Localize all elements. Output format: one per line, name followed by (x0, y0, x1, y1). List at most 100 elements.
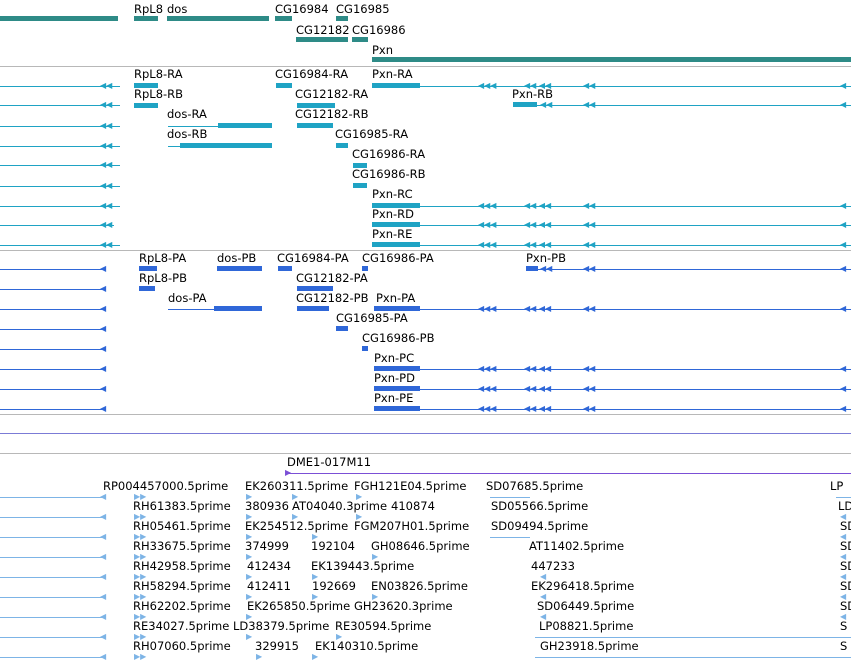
est-line[interactable] (0, 657, 106, 658)
est-line[interactable] (0, 637, 106, 638)
protein-line-pxn-pe[interactable] (374, 409, 851, 410)
strand-arrow: ◀◀ (583, 100, 596, 109)
rna-bar-pxn-re[interactable] (372, 242, 420, 247)
rna-bar-cg12182-rb[interactable] (297, 123, 333, 128)
rna-line-pxn-ra[interactable] (372, 86, 851, 87)
est-label: EN03826.5prime (371, 579, 468, 593)
est-label: SD (840, 539, 851, 553)
rna-line[interactable] (0, 225, 114, 226)
strand-arrow: ▶ (312, 652, 319, 661)
est-line[interactable] (0, 537, 106, 538)
est-line[interactable] (836, 497, 851, 498)
protein-bar-dos-pb[interactable] (217, 266, 262, 271)
est-label: SD (840, 519, 851, 533)
protein-bar-cg12182-pb[interactable] (297, 306, 329, 311)
gene-bar-cg12182[interactable] (296, 37, 348, 42)
strand-arrow: ◀◀◀ (478, 404, 497, 413)
gene-label: CG16984 (275, 2, 329, 16)
protein-line[interactable] (0, 409, 106, 410)
protein-bar-pxn-pe[interactable] (374, 406, 420, 411)
est-line[interactable] (535, 637, 851, 638)
protein-line[interactable] (0, 349, 106, 350)
rna-label: CG16985-RA (335, 127, 409, 141)
est-line[interactable] (0, 557, 106, 558)
gene-bar-dos[interactable] (167, 16, 269, 21)
est-label: SD (840, 559, 851, 573)
protein-line-pxn-pd[interactable] (374, 389, 851, 390)
rna-label: CG16986-RB (352, 167, 426, 181)
est-line[interactable] (490, 497, 530, 498)
rna-bar-cg16985-ra[interactable] (336, 143, 348, 148)
protein-line-pxn-pb[interactable] (526, 269, 851, 270)
strand-arrow: ◀◀ ◀◀ (524, 201, 552, 210)
protein-line[interactable] (0, 329, 106, 330)
gene-bar-cg16985[interactable] (336, 16, 348, 21)
rna-label: RpL8-RB (134, 87, 184, 101)
est-line[interactable] (0, 597, 106, 598)
est-line[interactable] (0, 517, 106, 518)
clone-line[interactable] (287, 473, 851, 474)
protein-line[interactable] (0, 389, 106, 390)
est-line[interactable] (0, 577, 106, 578)
gene-bar-cg16984[interactable] (275, 16, 292, 21)
rna-bar-cg16984-ra[interactable] (276, 83, 292, 88)
strand-arrow: ◀ (100, 572, 107, 581)
rna-bar-rpl8-rb[interactable] (134, 103, 158, 108)
est-label: RH61383.5prime (133, 499, 231, 513)
est-label: S (840, 639, 848, 653)
est-label: FGH121E04.5prime (354, 479, 467, 493)
strand-arrow: ◀◀ (583, 201, 596, 210)
protein-line[interactable] (0, 269, 106, 270)
rna-line-pxn-rd[interactable] (372, 225, 851, 226)
protein-bar-cg16985-pa[interactable] (336, 326, 348, 331)
est-label: FGM207H01.5prime (354, 519, 470, 533)
est-line[interactable] (490, 537, 530, 538)
rna-bar-pxn-rb[interactable] (513, 102, 537, 107)
protein-label: Pxn-PE (374, 391, 414, 405)
rna-bar-dos-rb[interactable] (180, 143, 272, 148)
rna-bar-cg16986-rb[interactable] (353, 183, 367, 188)
rna-bar-dos-ra[interactable] (218, 123, 272, 128)
est-label: RE30594.5prime (335, 619, 432, 633)
protein-line-pxn-pc[interactable] (374, 369, 851, 370)
protein-line[interactable] (0, 289, 106, 290)
rna-line-pxn-rb[interactable] (513, 105, 851, 106)
gene-bar-pxn[interactable] (372, 57, 851, 62)
protein-line[interactable] (0, 309, 106, 310)
protein-bar-pxn-pb[interactable] (526, 266, 538, 271)
strand-arrow: ◀◀ (540, 100, 553, 109)
est-label: RP004457000.5prime (103, 479, 229, 493)
est-line[interactable] (0, 497, 106, 498)
est-label: SD (840, 579, 851, 593)
protein-bar-cg16986-pb[interactable] (362, 346, 368, 351)
est-label: AT04040.3prime (292, 499, 388, 513)
rna-line-pxn-re[interactable] (372, 245, 851, 246)
protein-line[interactable] (0, 369, 106, 370)
strand-arrow: ◀ (840, 404, 847, 413)
rna-label: dos-RB (167, 127, 208, 141)
protein-label: RpL8-PA (139, 251, 187, 265)
est-label: RH58294.5prime (133, 579, 231, 593)
rna-line-pxn-rc[interactable] (372, 206, 851, 207)
est-label: SD (840, 599, 851, 613)
est-label: LP08821.5prime (539, 619, 634, 633)
gene-bar-left[interactable] (0, 16, 118, 21)
strand-arrow: ◀◀ ◀◀ (524, 240, 552, 249)
est-line[interactable] (0, 617, 106, 618)
est-line[interactable] (535, 657, 851, 658)
strand-arrow: ◀ (100, 284, 107, 293)
strand-arrow: ◀◀ ◀◀ (524, 304, 552, 313)
est-label: SD05566.5prime (491, 499, 589, 513)
gene-bar-rpl8[interactable] (134, 16, 158, 21)
protein-bar-cg16984-pa[interactable] (278, 266, 292, 271)
rna-bar-pxn-ra[interactable] (372, 83, 420, 88)
protein-bar-rpl8-pb[interactable] (139, 286, 155, 291)
genome-browser-canvas[interactable]: RpL8 dos CG16984 CG16985 CG12182 CG16986… (0, 0, 851, 662)
est-label: EK265850.5prime (247, 599, 351, 613)
protein-bar-dos-pa[interactable] (214, 306, 262, 311)
gene-bar-cg16986[interactable] (352, 37, 368, 42)
track-separator (0, 414, 851, 415)
protein-line-pxn-pa[interactable] (374, 309, 851, 310)
strand-arrow: ◀ (840, 240, 847, 249)
est-label: 412434 (247, 559, 291, 573)
